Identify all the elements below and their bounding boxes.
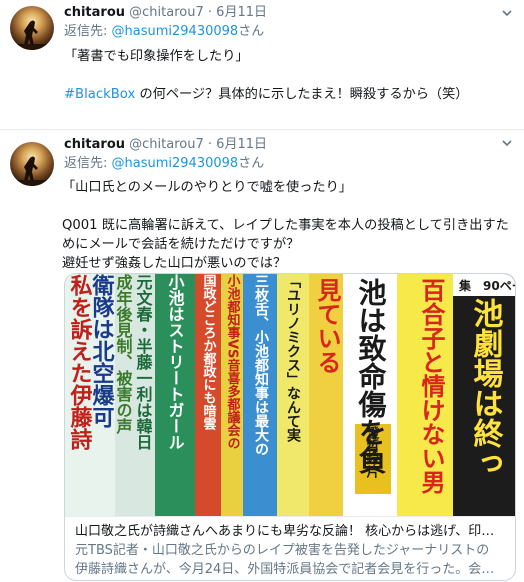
cover-headline: 百合子と情けない男	[417, 278, 445, 495]
cover-headline: 三枚舌、小池都知事は最大の	[253, 274, 270, 456]
username[interactable]: @chitarou7	[129, 137, 204, 152]
reply-mention[interactable]: @hasumi29430098	[112, 156, 239, 171]
chevron-down-icon[interactable]	[500, 6, 514, 20]
tweet-text-line: Q001 既に高輪署に訴えて、レイプした事実を本人の投稿として引き出すた	[62, 218, 509, 233]
tweet-text-line: めにメールで会話を続けただけですが？	[62, 237, 300, 252]
tweet-text: 「著書でも印象操作をしたり」 #BlackBox の何ページ？具体的に示したまえ…	[64, 47, 512, 104]
cover-headline: 見ている	[313, 278, 341, 374]
separator-dot: ·	[207, 5, 213, 20]
tweet-date[interactable]: 6月11日	[216, 5, 267, 20]
avatar[interactable]	[10, 6, 54, 50]
cover-header: 集 90ページ	[458, 278, 515, 293]
tweet-content: chitarou @chitarou7 · 6月11日 返信先: @hasumi…	[62, 136, 512, 273]
cover-headline: 「ユリノミクス」なんて実	[285, 274, 301, 443]
card-description-line: 伊藤詩織さんが、今月24日、外国特派員協会で記者会見を行った。会…	[75, 562, 495, 577]
separator-dot: ·	[207, 137, 213, 152]
reply-prefix: 返信先:	[64, 24, 112, 39]
username[interactable]: @chitarou7	[129, 5, 204, 20]
reply-mention[interactable]: @hasumi29430098	[112, 24, 239, 39]
reply-context: 返信先: @hasumi29430098さん	[64, 155, 512, 173]
cover-stamp: 澄哲録片	[364, 425, 380, 479]
tweet-text: 「山口氏とのメールのやりとりで嘘を使ったり」 Q001 既に高輪署に訴えて、レイ…	[62, 178, 512, 273]
avatar-image	[10, 142, 54, 186]
display-name[interactable]: chitarou	[64, 137, 125, 152]
tweet-text-line: #BlackBox の何ページ？具体的に示したまえ！瞬殺するから（笑）	[64, 85, 512, 104]
card-body[interactable]: 山口敬之氏が詩織さんへあまりにも卑劣な反論！ 核心からは逃げ、印… 元TBS記者…	[65, 516, 515, 580]
cover-headline: 小池都知事VS音喜多都議会の	[225, 274, 242, 450]
reply-prefix: 返信先:	[64, 156, 112, 171]
cover-headline: 小池はストリートガール	[166, 274, 185, 450]
cover-headline: 元文春・半藤一利は韓日	[134, 274, 154, 450]
card-description-line: 元TBS記者・山口敬之氏からのレイプ被害を告発したジャーナリストの	[75, 543, 490, 558]
tweet-text-line: 避妊せず強姦した山口が悪いのでは？	[62, 256, 287, 271]
tweet-text-rest: の何ページ？具体的に示したまえ！瞬殺するから（笑）	[135, 87, 469, 102]
cover-headline: 私を訴えた伊藤詩	[67, 274, 94, 450]
reply-context: 返信先: @hasumi29430098さん	[64, 23, 512, 41]
display-name[interactable]: chitarou	[64, 5, 125, 20]
tweet[interactable]: chitarou @chitarou7 · 6月11日 返信先: @hasumi…	[0, 0, 524, 130]
tweet-header: chitarou @chitarou7 · 6月11日	[64, 4, 512, 22]
reply-suffix: さん	[238, 24, 265, 39]
reply-suffix: さん	[238, 156, 265, 171]
card-image[interactable]: 池劇場は終っ 百合子と情けない男 池は致命傷を負 見ている 「ユリノミクス」なん…	[65, 274, 515, 516]
tweet-content: chitarou @chitarou7 · 6月11日 返信先: @hasumi…	[64, 4, 512, 104]
magazine-cover-image: 池劇場は終っ 百合子と情けない男 池は致命傷を負 見ている 「ユリノミクス」なん…	[65, 274, 515, 516]
tweet-text-line: 「著書でも印象操作をしたり」	[64, 49, 249, 64]
tweet-text-line: 「山口氏とのメールのやりとりで嘘を使ったり」	[62, 180, 352, 195]
card-title[interactable]: 山口敬之氏が詩織さんへあまりにも卑劣な反論！ 核心からは逃げ、印…	[75, 523, 505, 541]
link-card[interactable]: 池劇場は終っ 百合子と情けない男 池は致命傷を負 見ている 「ユリノミクス」なん…	[64, 273, 516, 581]
cover-headline: 成年後見制、被害の声	[114, 274, 134, 435]
cover-headline: 衛隊は北空爆可	[89, 274, 116, 429]
tweet[interactable]: chitarou @chitarou7 · 6月11日 返信先: @hasumi…	[0, 130, 524, 582]
tweet-header: chitarou @chitarou7 · 6月11日	[64, 136, 512, 154]
tweet-date[interactable]: 6月11日	[216, 137, 267, 152]
avatar[interactable]	[10, 142, 54, 186]
cover-headline: 池劇場は終っ	[468, 298, 504, 478]
avatar-image	[10, 6, 54, 50]
chevron-down-icon[interactable]	[500, 136, 514, 150]
cover-headline: 国政どころか都政にも暗雲	[201, 274, 218, 431]
hashtag-link[interactable]: #BlackBox	[64, 87, 135, 102]
card-description: 元TBS記者・山口敬之氏からのレイプ被害を告発したジャーナリストの 伊藤詩織さん…	[75, 541, 505, 579]
